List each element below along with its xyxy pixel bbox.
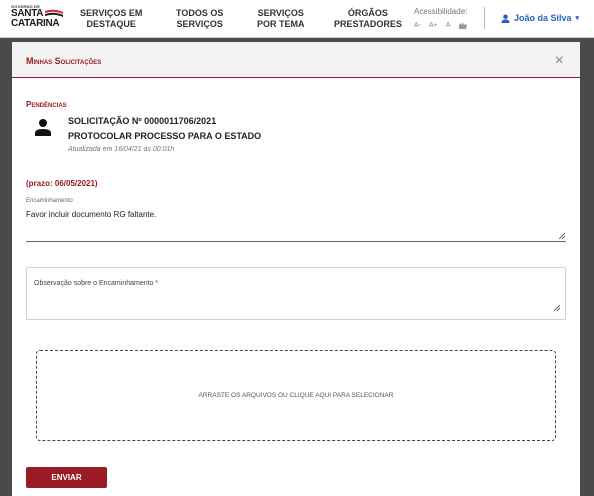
- forwarding-textarea[interactable]: Favor incluir documento RG faltante.: [26, 207, 566, 242]
- nav-servicos-por-tema[interactable]: SERVIÇOS POR TEMA: [257, 8, 305, 30]
- modal-title: Minhas Solicitações: [26, 56, 102, 66]
- nav-orgaos-prestadores[interactable]: ÓRGÃOS PRESTADORES: [334, 8, 402, 30]
- dropzone-text: Arraste os arquivos ou clique aqui para …: [198, 392, 394, 399]
- header-divider: [484, 7, 485, 29]
- nav-label-line2: POR TEMA: [257, 19, 305, 29]
- person-icon: [35, 119, 51, 136]
- resize-handle-icon[interactable]: [558, 232, 565, 239]
- nav-label-line1: TODOS OS: [176, 8, 224, 18]
- nav-label-line1: SERVIÇOS: [257, 8, 304, 18]
- nav-label-line1: ÓRGÃOS: [347, 8, 388, 18]
- nav-label-line2: DESTAQUE: [86, 19, 136, 29]
- flag-icon: [45, 9, 63, 17]
- chevron-down-icon: ▾: [575, 15, 580, 22]
- pending-section-label: Pendências: [26, 100, 67, 109]
- user-name: João da Silva: [514, 13, 572, 23]
- nav-label-line1: SERVIÇOS EM: [80, 8, 143, 18]
- user-icon: [501, 13, 510, 23]
- nav-servicos-em-destaque[interactable]: SERVIÇOS EM DESTAQUE: [80, 8, 142, 30]
- nav-todos-os-servicos[interactable]: TODOS OS SERVIÇOS: [176, 8, 223, 30]
- nav-label-line2: PRESTADORES: [334, 19, 402, 29]
- forwarding-label: Encaminhamento: [26, 198, 73, 204]
- normal-font-button[interactable]: A: [446, 22, 451, 29]
- decrease-font-button[interactable]: A-: [414, 22, 421, 29]
- increase-font-button[interactable]: A+: [429, 22, 438, 29]
- forwarding-value: Favor incluir documento RG faltante.: [26, 210, 157, 219]
- file-dropzone[interactable]: Arraste os arquivos ou clique aqui para …: [36, 350, 556, 441]
- logo-line-2: CATARINA: [11, 18, 60, 29]
- request-updated-date: Atualizada em 16/04/21 às 00:01h: [68, 146, 175, 153]
- request-subject: PROTOCOLAR PROCESSO PARA O ESTADO: [68, 131, 262, 141]
- accessibility-controls: A- A+ A: [414, 21, 468, 30]
- resize-handle-icon[interactable]: [553, 304, 560, 311]
- observation-textarea[interactable]: Observação sobre o Encaminhamento *: [26, 267, 566, 320]
- close-icon[interactable]: ×: [555, 53, 564, 69]
- observation-label: Observação sobre o Encaminhamento *: [34, 280, 159, 287]
- deadline-text: (prazo: 06/05/2021): [26, 179, 98, 188]
- top-navigation-bar: GOVERNO DE SANTA CATARINA SERVIÇOS EM DE…: [0, 0, 594, 38]
- sign-language-icon[interactable]: [458, 21, 468, 30]
- accessibility-label: Acessibilidade:: [414, 7, 468, 16]
- modal-header: Minhas Solicitações ×: [12, 42, 580, 78]
- user-menu[interactable]: João da Silva ▾: [501, 13, 579, 23]
- santa-catarina-logo[interactable]: GOVERNO DE SANTA CATARINA: [11, 5, 63, 29]
- request-title: SOLICITAÇÃO Nº 0000011706/2021: [68, 116, 217, 126]
- requests-modal: Minhas Solicitações × Pendências SOLICIT…: [12, 42, 580, 496]
- nav-label-line2: SERVIÇOS: [176, 19, 223, 29]
- submit-button[interactable]: ENVIAR: [26, 467, 107, 488]
